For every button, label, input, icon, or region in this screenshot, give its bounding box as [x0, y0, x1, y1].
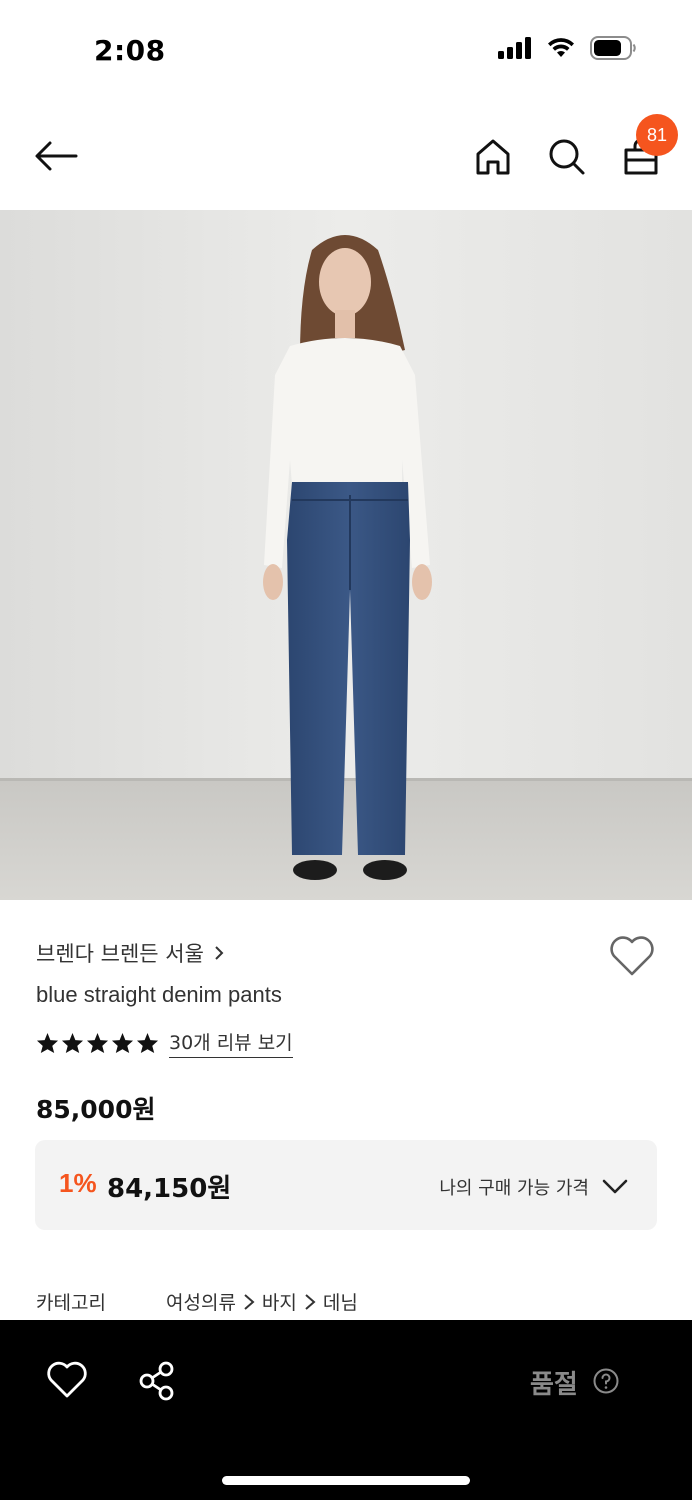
home-indicator — [222, 1476, 470, 1485]
discount-rate: 1% — [59, 1168, 97, 1198]
status-icons — [498, 36, 636, 60]
my-price-dropdown[interactable]: 1% 84,150원 나의 구매 가능 가격 — [35, 1140, 657, 1230]
category-crumb[interactable]: 데님 — [323, 1288, 358, 1315]
chevron-right-icon — [244, 1293, 255, 1310]
search-button[interactable] — [544, 134, 590, 180]
status-bar: 2:08 — [0, 0, 692, 100]
soldout-label: 품절 — [530, 1370, 578, 1400]
wishlist-button[interactable] — [608, 934, 656, 980]
search-icon — [549, 139, 585, 175]
category-row: 카테고리 여성의류 바지 데님 — [36, 1288, 358, 1315]
category-label: 카테고리 — [36, 1292, 106, 1314]
star-icon — [136, 1032, 159, 1054]
star-icon — [111, 1032, 134, 1054]
category-crumb[interactable]: 여성의류 — [166, 1288, 236, 1315]
product-image[interactable] — [0, 210, 692, 900]
home-icon — [476, 139, 510, 175]
wifi-icon — [548, 38, 574, 57]
product-name: blue straight denim pants — [36, 982, 282, 1007]
back-arrow-icon — [35, 141, 78, 171]
rating-stars — [36, 1032, 159, 1054]
brand-name: 브렌다 브렌든 서울 — [36, 942, 204, 966]
rating-row: 30개 리뷰 보기 — [36, 1028, 293, 1058]
my-price-label: 나의 구매 가능 가격 — [439, 1178, 589, 1199]
star-icon — [86, 1032, 109, 1054]
chevron-right-icon — [215, 946, 224, 960]
bottom-wishlist-button[interactable] — [46, 1360, 88, 1400]
original-price: 85,000원 — [36, 1095, 156, 1124]
category-breadcrumb: 여성의류 바지 데님 — [166, 1288, 358, 1315]
product-photo — [0, 210, 692, 900]
top-nav — [0, 100, 692, 210]
chevron-right-icon — [305, 1293, 316, 1310]
discount-price: 84,150원 — [107, 1174, 232, 1204]
bottom-action-bar: 품절 — [0, 1320, 692, 1500]
share-button[interactable] — [136, 1360, 178, 1402]
share-icon — [139, 1361, 174, 1401]
review-link[interactable]: 30개 리뷰 보기 — [169, 1028, 293, 1058]
cart-count-badge: 81 — [636, 114, 678, 156]
star-icon — [61, 1032, 84, 1054]
category-crumb[interactable]: 바지 — [262, 1288, 297, 1315]
status-time: 2:08 — [94, 34, 166, 67]
chevron-down-icon — [602, 1179, 628, 1194]
heart-icon — [47, 1361, 87, 1398]
brand-link[interactable]: 브렌다 브렌든 서울 — [36, 938, 224, 968]
back-button[interactable] — [30, 134, 82, 178]
star-icon — [36, 1032, 59, 1054]
signal-icon — [498, 37, 531, 59]
home-button[interactable] — [470, 134, 516, 180]
heart-icon — [610, 936, 654, 976]
battery-icon — [590, 36, 636, 60]
help-circle-icon[interactable] — [593, 1368, 619, 1394]
